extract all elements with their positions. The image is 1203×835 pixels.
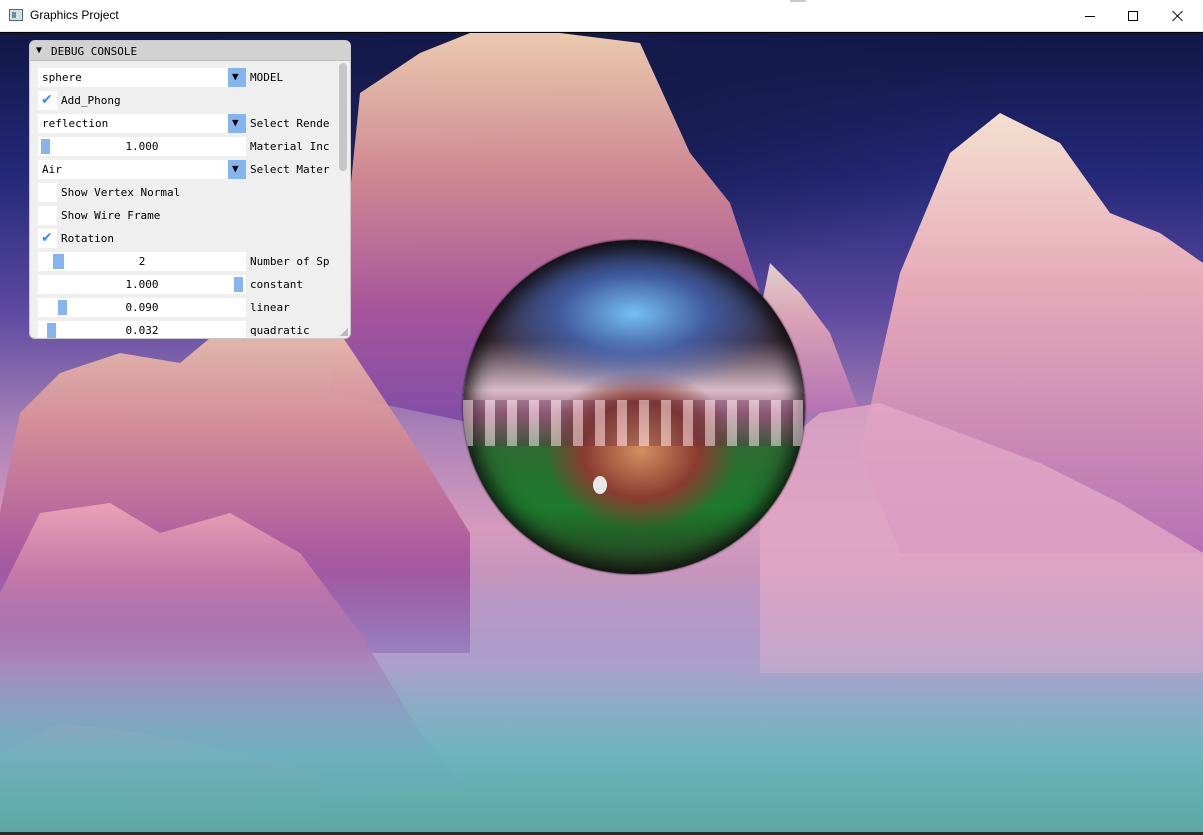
material-combo[interactable]: Air ▼ Select Mater — [38, 160, 342, 179]
quadratic-label: quadratic — [250, 324, 310, 337]
quadratic-slider-row[interactable]: 0.032 quadratic — [38, 321, 342, 338]
model-combo[interactable]: sphere ▼ MODEL — [38, 68, 342, 87]
rotation-checkbox[interactable]: ✔ Rotation — [38, 229, 238, 248]
reflective-sphere — [463, 240, 805, 574]
add-phong-label: Add_Phong — [61, 94, 121, 107]
scrollbar-thumb[interactable] — [339, 63, 347, 171]
material-value: Air — [42, 163, 62, 176]
window-title: Graphics Project — [30, 8, 119, 22]
minimize-button[interactable] — [1067, 0, 1113, 32]
linear-label: linear — [250, 301, 290, 314]
quadratic-value: 0.032 — [125, 324, 159, 337]
render-mode-combo[interactable]: reflection ▼ Select Rende — [38, 114, 342, 133]
checkmark-icon: ✔ — [41, 92, 53, 108]
model-label: MODEL — [250, 71, 284, 84]
show-vertex-normal-box[interactable] — [38, 183, 57, 202]
show-vertex-normal-label: Show Vertex Normal — [61, 186, 181, 199]
num-spheres-slider[interactable]: 2 — [38, 252, 246, 271]
debug-console-title: DEBUG CONSOLE — [51, 45, 138, 58]
dropdown-arrow-icon: ▼ — [232, 116, 239, 129]
debug-console-header[interactable]: ▼ DEBUG CONSOLE — [30, 41, 350, 61]
app-icon — [9, 9, 23, 21]
render-mode-label: Select Rende — [250, 117, 330, 130]
light-source — [593, 476, 607, 494]
dropdown-arrow-icon: ▼ — [232, 70, 239, 83]
material-index-label: Material Inc — [250, 140, 330, 153]
material-dropdown-button[interactable]: ▼ — [228, 160, 246, 179]
render-mode-value: reflection — [42, 117, 109, 130]
close-icon — [1172, 10, 1184, 22]
num-spheres-value: 2 — [138, 255, 146, 268]
linear-slider-row[interactable]: 0.090 linear — [38, 298, 342, 317]
show-wire-frame-checkbox[interactable]: Show Wire Frame — [38, 206, 238, 225]
constant-slider-row[interactable]: 1.000 constant — [38, 275, 342, 294]
linear-value: 0.090 — [125, 301, 159, 314]
resize-grip-icon[interactable] — [340, 328, 348, 336]
show-wire-frame-box[interactable] — [38, 206, 57, 225]
render-mode-dropdown-button[interactable]: ▼ — [228, 114, 246, 133]
constant-label: constant — [250, 278, 303, 291]
add-phong-box[interactable]: ✔ — [38, 91, 57, 110]
constant-slider[interactable]: 1.000 — [38, 275, 246, 294]
rotation-box[interactable]: ✔ — [38, 229, 57, 248]
render-mode-select[interactable]: reflection — [38, 114, 228, 133]
add-phong-checkbox[interactable]: ✔ Add_Phong — [38, 91, 238, 110]
constant-value: 1.000 — [125, 278, 159, 291]
material-label: Select Mater — [250, 163, 330, 176]
num-spheres-slider-row[interactable]: 2 Number of Sp — [38, 252, 342, 271]
material-index-value: 1.000 — [125, 140, 159, 153]
show-vertex-normal-checkbox[interactable]: Show Vertex Normal — [38, 183, 238, 202]
model-dropdown-button[interactable]: ▼ — [228, 68, 246, 87]
linear-slider[interactable]: 0.090 — [38, 298, 246, 317]
rotation-label: Rotation — [61, 232, 114, 245]
material-index-slider-row[interactable]: 1.000 Material Inc — [38, 137, 342, 156]
material-select[interactable]: Air — [38, 160, 228, 179]
model-select[interactable]: sphere — [38, 68, 228, 87]
title-divider — [790, 0, 806, 2]
quadratic-slider[interactable]: 0.032 — [38, 321, 246, 338]
num-spheres-label: Number of Sp — [250, 255, 330, 268]
collapse-triangle-icon[interactable]: ▼ — [36, 45, 42, 56]
maximize-icon — [1128, 11, 1138, 21]
minimize-icon — [1085, 15, 1095, 17]
debug-console: ▼ DEBUG CONSOLE sphere ▼ MODEL ✔ Add_Pho… — [29, 40, 351, 339]
checkmark-icon: ✔ — [41, 230, 53, 246]
sphere-reflection-band — [463, 400, 805, 446]
window-titlebar: Graphics Project — [0, 0, 1203, 32]
ground-fog — [0, 573, 1203, 832]
model-select-value: sphere — [42, 71, 82, 84]
maximize-button[interactable] — [1110, 0, 1156, 32]
dropdown-arrow-icon: ▼ — [232, 162, 239, 175]
material-index-slider[interactable]: 1.000 — [38, 137, 246, 156]
close-button[interactable] — [1155, 0, 1201, 32]
show-wire-frame-label: Show Wire Frame — [61, 209, 161, 222]
